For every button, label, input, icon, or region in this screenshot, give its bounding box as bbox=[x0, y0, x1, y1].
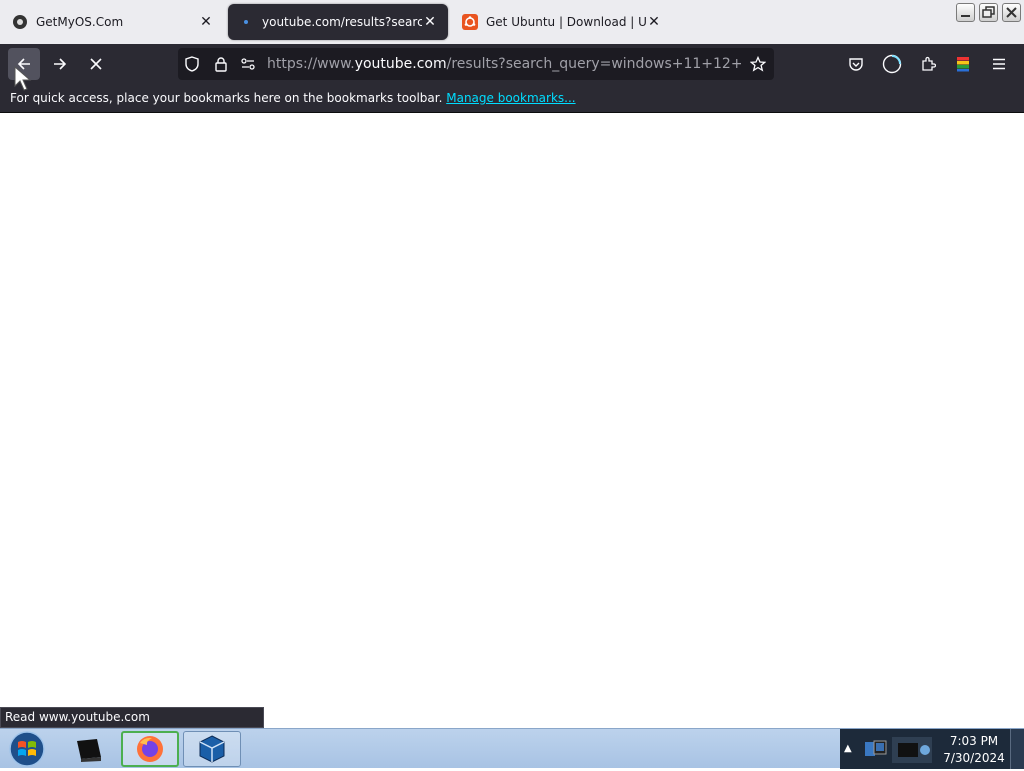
virtualbox-icon bbox=[199, 735, 225, 763]
bookmarks-message: For quick access, place your bookmarks h… bbox=[10, 91, 576, 105]
url-text[interactable]: https://www.youtube.com/results?search_q… bbox=[267, 48, 741, 80]
tracking-protection-shield-icon[interactable] bbox=[184, 56, 200, 75]
show-hidden-icons-arrow-icon[interactable]: ▲ bbox=[844, 743, 852, 754]
url-bar[interactable]: https://www.youtube.com/results?search_q… bbox=[178, 48, 774, 80]
restore-button[interactable] bbox=[979, 3, 998, 22]
bookmark-star-icon[interactable] bbox=[749, 55, 767, 75]
forward-arrow-icon bbox=[54, 58, 67, 70]
bookmarks-toolbar: For quick access, place your bookmarks h… bbox=[0, 85, 1024, 113]
loading-icon bbox=[238, 14, 254, 30]
taskbar-terminal[interactable] bbox=[60, 731, 118, 767]
lock-icon[interactable] bbox=[213, 56, 229, 75]
taskbar-virtualbox[interactable] bbox=[183, 731, 241, 767]
taskbar: ▲ 7:03 PM 7/30/2024 bbox=[0, 728, 1024, 769]
bookmarks-hint-text: For quick access, place your bookmarks h… bbox=[10, 91, 443, 105]
navigation-toolbar: https://www.youtube.com/results?search_q… bbox=[0, 44, 1024, 85]
start-button[interactable] bbox=[4, 730, 50, 768]
ubuntu-favicon-icon bbox=[462, 14, 478, 30]
windows-orb-icon bbox=[9, 731, 45, 767]
clock-time: 7:03 PM bbox=[949, 734, 999, 748]
tab-ubuntu[interactable]: Get Ubuntu | Download | Ubuntu ✕ bbox=[452, 4, 672, 40]
close-tab-icon[interactable]: ✕ bbox=[198, 14, 214, 30]
hamburger-menu-icon[interactable] bbox=[991, 56, 1007, 75]
network-icon[interactable] bbox=[864, 739, 888, 764]
status-bar-text: Read www.youtube.com bbox=[0, 707, 264, 728]
manage-bookmarks-link[interactable]: Manage bookmarks... bbox=[446, 91, 575, 105]
close-tab-icon[interactable]: ✕ bbox=[422, 14, 438, 30]
close-window-button[interactable] bbox=[1002, 3, 1021, 22]
forward-button[interactable] bbox=[44, 48, 76, 80]
tab-title: GetMyOS.Com bbox=[36, 15, 124, 29]
extensions-puzzle-icon[interactable] bbox=[920, 56, 937, 75]
mouse-cursor-icon bbox=[14, 66, 32, 91]
stop-x-icon bbox=[90, 58, 102, 70]
clock-date: 7/30/2024 bbox=[943, 751, 1005, 765]
tab-title: youtube.com/results?search_query=windows… bbox=[262, 15, 422, 29]
tab-youtube[interactable]: youtube.com/results?search_query=windows… bbox=[228, 4, 448, 40]
url-host: youtube.com bbox=[354, 56, 447, 72]
extension-colorful-icon[interactable] bbox=[955, 56, 971, 75]
close-tab-icon[interactable]: ✕ bbox=[646, 14, 662, 30]
taskbar-firefox[interactable] bbox=[121, 731, 179, 767]
tray-app-icon[interactable] bbox=[892, 735, 932, 766]
minimize-button[interactable] bbox=[956, 3, 975, 22]
system-tray: ▲ 7:03 PM 7/30/2024 bbox=[840, 729, 1024, 769]
pocket-icon[interactable] bbox=[848, 56, 864, 75]
url-path: /results?search_query=windows+11+12+down… bbox=[446, 56, 741, 72]
tab-strip: GetMyOS.Com ✕ youtube.com/results?search… bbox=[0, 0, 1024, 44]
url-prefix: https://www. bbox=[267, 56, 355, 72]
stop-button[interactable] bbox=[80, 48, 112, 80]
tab-title: Get Ubuntu | Download | Ubuntu bbox=[486, 15, 646, 29]
firefox-icon bbox=[137, 736, 163, 762]
clock[interactable]: 7:03 PM 7/30/2024 bbox=[938, 729, 1010, 769]
tab-getmyos[interactable]: GetMyOS.Com ✕ bbox=[2, 4, 224, 40]
terminal-icon bbox=[77, 739, 101, 762]
getmyos-favicon-icon bbox=[12, 14, 28, 30]
show-desktop-button[interactable] bbox=[1010, 729, 1024, 769]
site-permissions-icon[interactable] bbox=[240, 56, 256, 75]
account-sync-icon[interactable] bbox=[882, 54, 902, 77]
